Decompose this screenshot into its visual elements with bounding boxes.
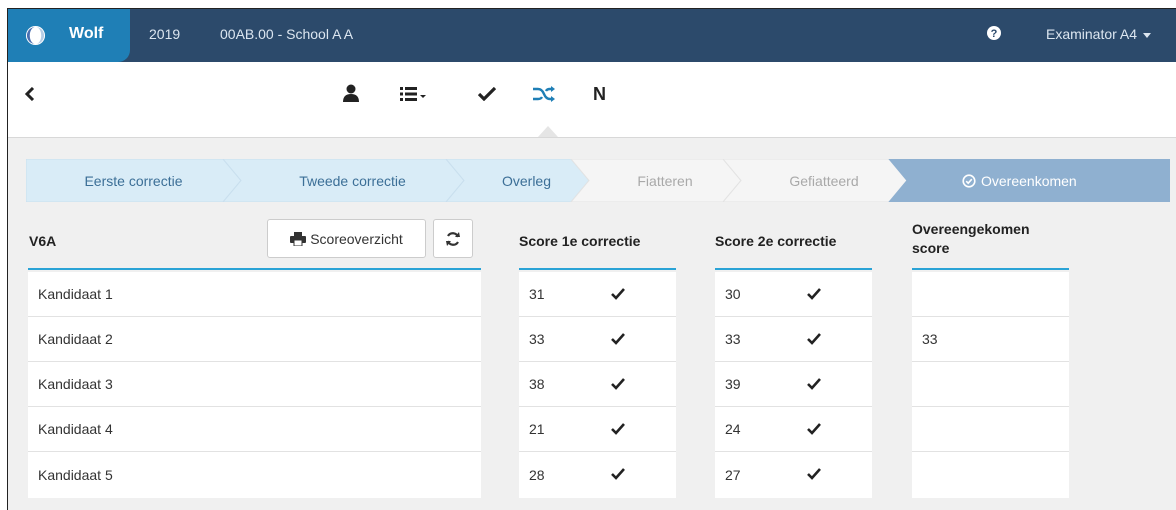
step-fiatteren: Fiatteren [589,159,741,202]
check-icon [611,288,625,300]
app-window: Wolf 2019 00AB.00 - School A A ? Examina… [7,8,1176,510]
score1-panel: 31 33 38 21 28 [519,272,676,498]
candidate-name: Kandidaat 3 [38,376,113,392]
agreed-row[interactable] [912,272,1069,317]
score1-row: 38 [519,362,676,407]
refresh-button[interactable] [433,219,473,258]
agreed-row[interactable]: 33 [912,317,1069,362]
step-tweede-correctie[interactable]: Tweede correctie [241,159,464,202]
score2-row: 33 [715,317,872,362]
group-title: V6A [29,233,57,249]
score-overview-label: Scoreoverzicht [310,230,403,247]
score1-value: 38 [529,376,545,392]
step-overeenkomen[interactable]: Overeenkomen [907,159,1170,202]
nav-year[interactable]: 2019 [149,26,180,42]
step-eerste-correctie[interactable]: Eerste correctie [26,159,241,202]
score1-value: 21 [529,421,545,437]
score1-value: 28 [529,466,545,483]
check-icon [611,333,625,345]
check-icon [807,423,821,435]
shuffle-icon[interactable] [533,86,555,102]
refresh-icon [446,231,460,246]
candidate-row[interactable]: Kandidaat 2 [28,317,481,362]
candidate-name: Kandidaat 4 [38,421,113,437]
score1-value: 31 [529,286,545,302]
nav-school[interactable]: 00AB.00 - School A A [220,26,353,42]
score2-column-underline [715,268,872,270]
score2-row: 39 [715,362,872,407]
candidate-row[interactable]: Kandidaat 3 [28,362,481,407]
score1-row: 33 [519,317,676,362]
candidate-name: Kandidaat 5 [38,466,113,483]
score2-value: 24 [725,421,741,437]
brand[interactable]: Wolf [8,9,130,62]
svg-text:?: ? [991,28,998,40]
names-column-underline [28,268,481,270]
score1-value: 33 [529,331,545,347]
score1-column-underline [519,268,676,270]
score2-value: 27 [725,466,741,483]
check-icon [807,288,821,300]
agreed-header: Overeengekomen score [912,221,1030,256]
step-label: Gefiatteerd [789,172,859,189]
score2-row: 24 [715,407,872,452]
score2-value: 39 [725,376,741,392]
score2-value: 33 [725,331,741,347]
check-icon [611,468,625,480]
brand-name: Wolf [69,25,104,42]
n-letter-icon[interactable]: N [593,84,606,105]
candidate-name: Kandidaat 1 [38,286,113,302]
step-gefiatteerd: Gefiatteerd [741,159,907,202]
check-icon [807,468,821,480]
agreed-row[interactable] [912,407,1069,452]
check-icon[interactable] [478,87,496,101]
step-label: Overleg [501,172,552,189]
agreed-row[interactable] [912,362,1069,407]
question-circle-icon[interactable]: ? [983,22,1005,44]
check-icon [807,378,821,390]
step-label: Eerste correctie [84,172,183,189]
candidate-row[interactable]: Kandidaat 1 [28,272,481,317]
user-menu[interactable]: Examinator A4 [1046,26,1152,42]
step-label: Fiatteren [637,172,693,189]
chevron-left-icon[interactable] [24,87,36,101]
score2-value: 30 [725,286,741,302]
candidate-row[interactable]: Kandidaat 5 [28,452,481,497]
agreed-score-panel: 33 [912,272,1069,498]
toolbar: N [8,62,1176,138]
user-icon[interactable] [343,84,359,102]
step-label: Tweede correctie [299,172,406,189]
candidate-names-panel: Kandidaat 1 Kandidaat 2 Kandidaat 3 Kand… [28,272,481,498]
print-icon [290,231,307,246]
check-circle-icon [962,173,976,188]
top-navbar: Wolf 2019 00AB.00 - School A A ? Examina… [8,9,1176,62]
agreed-column-underline [912,268,1069,270]
score1-row: 31 [519,272,676,317]
agreed-value: 33 [922,331,938,347]
user-name: Examinator A4 [1046,26,1138,42]
wizard-steps: Eerste correctie Tweede correctie Overle… [26,159,1170,202]
check-icon [611,378,625,390]
score2-row: 27 [715,452,872,497]
candidate-row[interactable]: Kandidaat 4 [28,407,481,452]
score2-panel: 30 33 39 24 27 [715,272,872,498]
check-icon [807,333,821,345]
score1-row: 21 [519,407,676,452]
score1-header: Score 1e correctie [519,233,641,249]
wolf-logo-icon [25,25,46,46]
score2-row: 30 [715,272,872,317]
step-label: Overeenkomen [981,172,1077,189]
active-tab-pointer [538,126,558,137]
caret-down-icon [1143,32,1152,38]
list-dropdown-icon[interactable] [400,86,426,102]
candidate-name: Kandidaat 2 [38,331,113,347]
score2-header: Score 2e correctie [715,233,837,249]
check-icon [611,423,625,435]
score1-row: 28 [519,452,676,497]
step-overleg[interactable]: Overleg [464,159,589,202]
score-overview-button[interactable]: Scoreoverzicht [267,219,426,258]
agreed-row[interactable] [912,452,1069,497]
